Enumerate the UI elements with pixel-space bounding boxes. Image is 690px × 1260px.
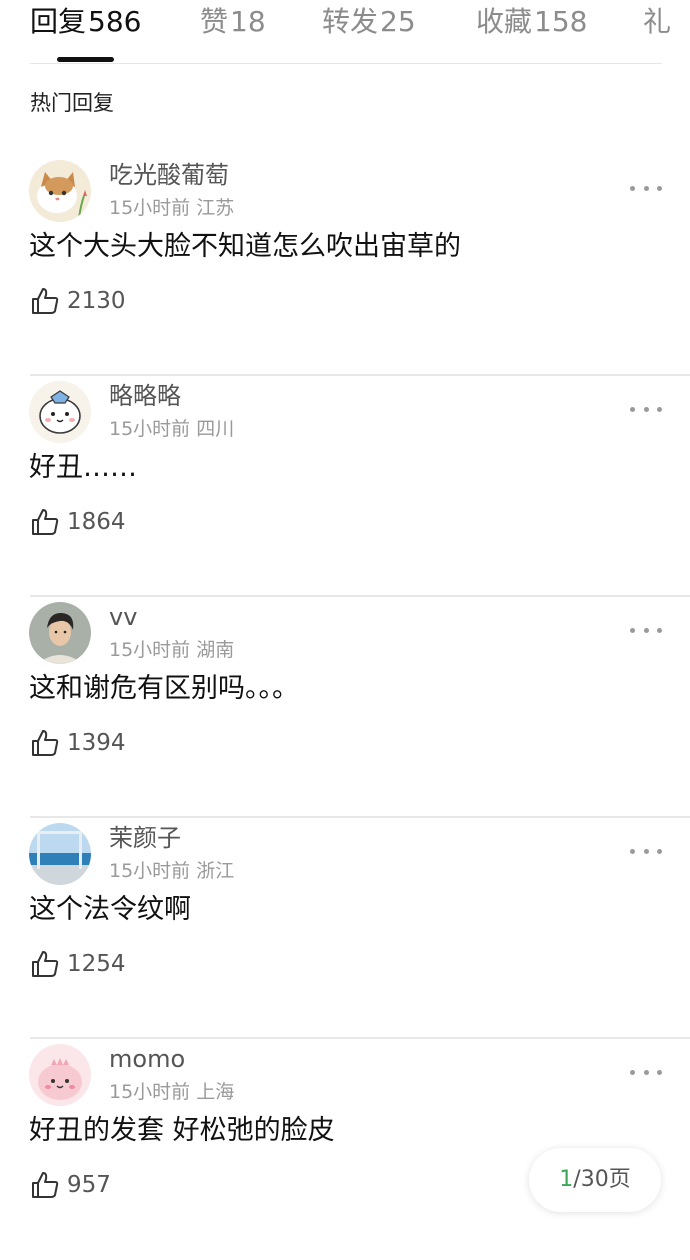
tab-count: 158 [534,5,588,38]
comment-meta: 15小时前 上海 [109,1079,234,1105]
cartoon-avatar[interactable] [29,381,91,443]
timestamp: 15小时前 [109,418,191,440]
location: 四川 [196,418,235,440]
username[interactable]: vv [109,601,137,633]
like-button[interactable]: 2130 [30,283,126,319]
tab-likes[interactable]: 赞18 [200,4,266,40]
like-count: 957 [67,1172,111,1198]
like-count: 1254 [67,951,126,977]
username[interactable]: momo [109,1043,185,1075]
timestamp: 15小时前 [109,639,191,661]
timestamp: 15小时前 [109,197,191,219]
timestamp: 15小时前 [109,860,191,882]
tab-replies[interactable]: 回复586 [30,4,141,40]
tab-count: 25 [380,5,416,38]
more-options-icon[interactable] [630,404,662,414]
tab-count: 18 [230,5,266,38]
more-options-icon[interactable] [630,625,662,635]
tab-label: 转发 [322,5,379,38]
current-page: 1 [559,1167,574,1192]
thumbs-up-icon [32,509,59,535]
cat-avatar[interactable] [29,160,91,222]
username[interactable]: 吃光酸葡萄 [109,159,229,191]
username[interactable]: 茉颜子 [109,822,181,854]
comment-text: 好丑…… [29,452,137,483]
like-button[interactable]: 1864 [30,504,126,540]
comment-item: 茉颜子 15小时前 浙江 这个法令纹啊 1254 [0,818,690,1039]
tab-label: 回复 [30,5,87,38]
like-count: 1864 [67,509,126,535]
page-indicator-button[interactable]: 1/30页 [529,1148,661,1212]
tab-gifts[interactable]: 礼 [643,4,671,40]
comment-meta: 15小时前 湖南 [109,637,234,663]
like-count: 1394 [67,730,126,756]
like-count: 2130 [67,288,126,314]
tab-label: 礼 [643,5,672,38]
tab-reposts[interactable]: 转发25 [322,4,416,40]
comment-text: 好丑的发套 好松弛的脸皮 [29,1115,335,1146]
tab-favorites[interactable]: 收藏158 [476,4,587,40]
like-button[interactable]: 1254 [30,946,126,982]
timestamp: 15小时前 [109,1081,191,1103]
more-options-icon[interactable] [630,183,662,193]
more-options-icon[interactable] [630,846,662,856]
like-button[interactable]: 957 [30,1167,111,1203]
tab-count: 586 [88,5,142,38]
comment-item: 略略略 15小时前 四川 好丑…… 1864 [0,376,690,597]
hot-replies-title: 热门回复 [30,91,114,115]
comment-meta: 15小时前 四川 [109,416,234,442]
comment-item: 吃光酸葡萄 15小时前 江苏 这个大头大脸不知道怎么吹出宙草的 2130 [0,155,690,376]
username[interactable]: 略略略 [109,380,181,412]
portrait-avatar[interactable] [29,602,91,664]
comment-text: 这个法令纹啊 [29,894,191,925]
tab-divider [30,63,662,64]
active-tab-indicator [57,57,114,62]
location: 湖南 [196,639,235,661]
comment-meta: 15小时前 江苏 [109,195,234,221]
thumbs-up-icon [32,1172,59,1198]
tab-label: 赞 [200,5,229,38]
comment-text: 这和谢危有区别吗。。。 [29,673,299,704]
more-options-icon[interactable] [630,1067,662,1077]
pink-dino-avatar[interactable] [29,1044,91,1106]
like-button[interactable]: 1394 [30,725,126,761]
comment-meta: 15小时前 浙江 [109,858,234,884]
location: 上海 [196,1081,235,1103]
thumbs-up-icon [32,951,59,977]
tab-label: 收藏 [476,5,533,38]
seaside-avatar[interactable] [29,823,91,885]
thumbs-up-icon [32,730,59,756]
comment-item: vv 15小时前 湖南 这和谢危有区别吗。。。 1394 [0,597,690,818]
tab-bar: 回复586 赞18 转发25 收藏158 礼 [0,0,690,64]
location: 浙江 [196,860,235,882]
thumbs-up-icon [32,288,59,314]
location: 江苏 [196,197,235,219]
comment-text: 这个大头大脸不知道怎么吹出宙草的 [29,231,461,262]
total-pages: /30页 [573,1167,631,1192]
